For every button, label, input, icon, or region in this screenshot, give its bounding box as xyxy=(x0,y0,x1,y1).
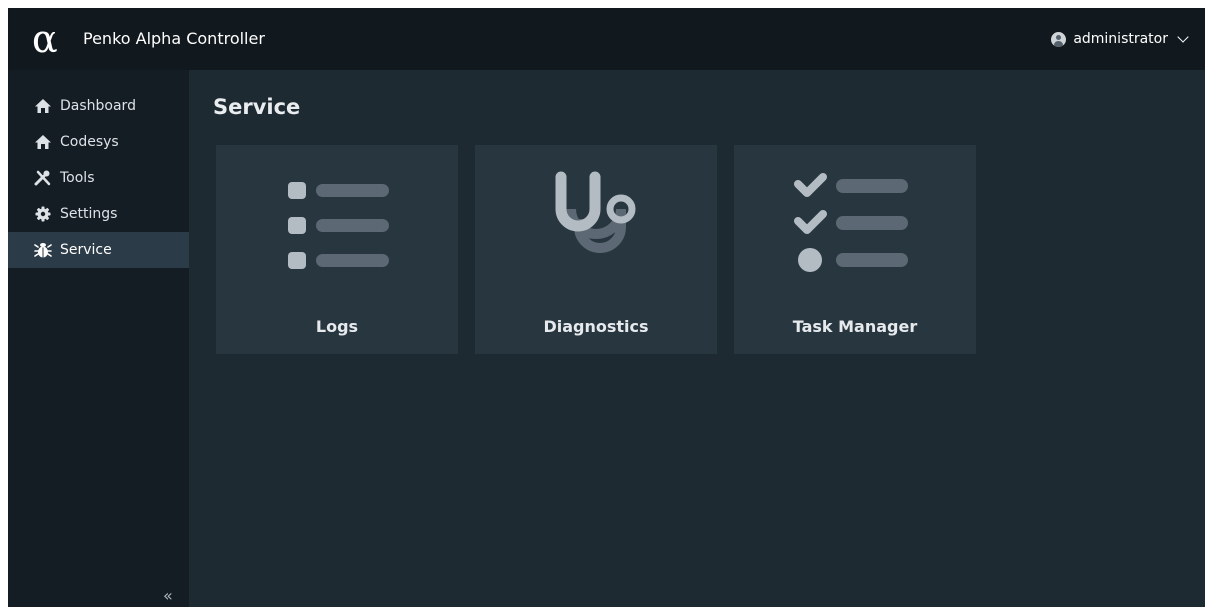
card-label: Diagnostics xyxy=(543,317,649,336)
card-label: Task Manager xyxy=(792,317,918,336)
bug-icon xyxy=(34,242,52,258)
card-logs[interactable]: Logs xyxy=(216,145,458,354)
user-name: administrator xyxy=(1073,31,1168,47)
home-icon xyxy=(34,134,52,150)
user-circle-icon xyxy=(1051,31,1067,47)
card-task-manager[interactable]: Task Manager xyxy=(734,145,976,354)
sidebar-item-label: Codesys xyxy=(60,134,119,150)
gear-icon xyxy=(34,206,52,222)
sidebar: Dashboard Codesys Tools Settings Service… xyxy=(8,70,189,607)
app-title: Penko Alpha Controller xyxy=(83,29,265,48)
sidebar-item-label: Dashboard xyxy=(60,98,136,114)
tools-icon xyxy=(34,170,52,186)
sidebar-item-codesys[interactable]: Codesys xyxy=(8,124,189,160)
stethoscope-icon xyxy=(555,171,636,253)
checklist-icon xyxy=(794,173,908,272)
home-icon xyxy=(34,98,52,114)
sidebar-item-label: Service xyxy=(60,242,112,258)
user-menu[interactable]: administrator xyxy=(1051,27,1189,51)
list-icon xyxy=(288,182,389,269)
sidebar-item-dashboard[interactable]: Dashboard xyxy=(8,88,189,124)
sidebar-item-service[interactable]: Service xyxy=(8,232,189,268)
sidebar-item-label: Settings xyxy=(60,206,118,222)
app-window: α Penko Alpha Controller administrator D… xyxy=(8,8,1205,607)
chevron-down-icon xyxy=(1177,30,1189,43)
page-title: Service xyxy=(213,95,301,119)
sidebar-item-label: Tools xyxy=(60,170,95,186)
card-label: Logs xyxy=(315,317,359,336)
alpha-logo-icon: α xyxy=(32,17,58,61)
card-diagnostics[interactable]: Diagnostics xyxy=(475,145,717,354)
collapse-sidebar-button[interactable]: « xyxy=(163,587,173,605)
sidebar-item-settings[interactable]: Settings xyxy=(8,196,189,232)
sidebar-item-tools[interactable]: Tools xyxy=(8,160,189,196)
top-bar: α Penko Alpha Controller administrator xyxy=(8,8,1205,70)
